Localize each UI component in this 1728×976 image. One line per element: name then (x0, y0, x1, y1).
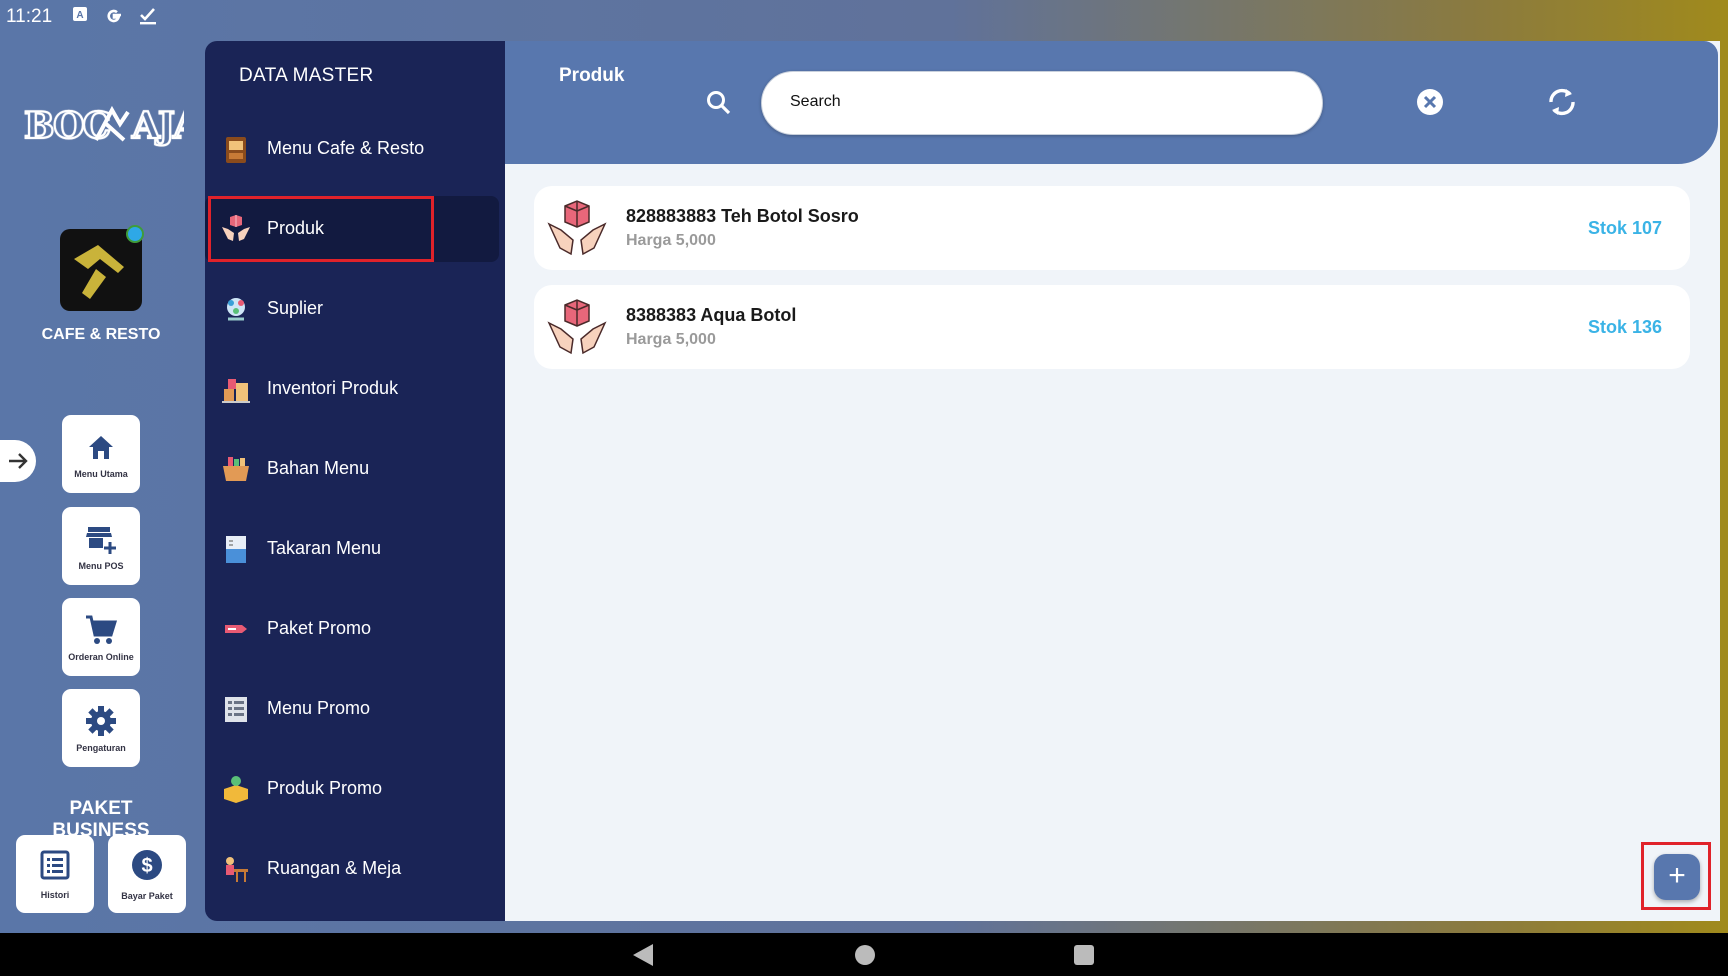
data-master-panel: DATA MASTER Menu Cafe & Resto Produk Sup… (205, 41, 505, 921)
search-box[interactable] (761, 71, 1323, 135)
brand-logo: BOC AJA (24, 100, 184, 148)
notification-dot (126, 225, 144, 243)
master-item-menu-cafe-resto[interactable]: Menu Cafe & Resto (205, 116, 505, 182)
master-item-produk-promo[interactable]: Produk Promo (205, 756, 505, 822)
dollar-icon: $ (130, 848, 164, 887)
product-price: Harga 5,000 (626, 232, 716, 249)
master-item-label: Paket Promo (267, 618, 372, 638)
svg-text:BOC: BOC (24, 105, 109, 147)
master-item-ruangan-meja[interactable]: Ruangan & Meja (205, 836, 505, 902)
master-item-label: Inventori Produk (267, 378, 399, 398)
menu-pos-button[interactable]: Menu POS (62, 507, 140, 585)
system-nav-bar (0, 933, 1728, 976)
app-icon[interactable] (60, 225, 144, 311)
master-item-label: Produk (267, 218, 325, 238)
search-input[interactable] (788, 92, 1292, 112)
master-item-label: Suplier (267, 298, 324, 318)
product-hands-icon (546, 297, 608, 359)
refresh-icon[interactable] (1545, 85, 1579, 124)
product-name: 828883883 Teh Botol Sosro (626, 206, 859, 226)
home-icon (83, 429, 119, 465)
basket-icon (220, 453, 252, 485)
master-item-label: Takaran Menu (267, 538, 382, 558)
content-area (505, 41, 1720, 921)
histori-label: Histori (40, 889, 70, 900)
product-name: 8388383 Aqua Botol (626, 305, 797, 325)
product-hands-icon (220, 213, 252, 245)
master-item-inventori-produk[interactable]: Inventori Produk (205, 356, 505, 422)
arrow-right-icon (9, 453, 28, 469)
list-icon (39, 849, 71, 886)
keyboard-a-icon: A (72, 6, 88, 28)
cart-icon (83, 612, 119, 648)
svg-text:A: A (76, 10, 83, 21)
room-table-icon (220, 853, 252, 885)
promo-tag-icon (220, 613, 252, 645)
product-stock: Stok 107 (1587, 218, 1662, 238)
product-price: Harga 5,000 (626, 331, 716, 348)
expand-arrow-button[interactable] (0, 440, 36, 482)
bayar-paket-label: Bayar Paket (121, 890, 173, 901)
measuring-cup-icon (220, 533, 252, 565)
master-title: DATA MASTER (239, 65, 374, 86)
supplier-icon (220, 293, 252, 325)
orderan-online-label: Orderan Online (68, 652, 134, 662)
orderan-online-button[interactable]: Orderan Online (62, 598, 140, 676)
master-item-suplier[interactable]: Suplier (205, 276, 505, 342)
pengaturan-label: Pengaturan (76, 743, 126, 753)
promo-box-icon (220, 773, 252, 805)
master-item-label: Ruangan & Meja (267, 858, 402, 878)
google-icon (104, 6, 124, 32)
menu-pos-label: Menu POS (78, 561, 124, 571)
status-time: 11:21 (6, 6, 53, 27)
menu-utama-button[interactable]: Menu Utama (62, 415, 140, 493)
menu-utama-label: Menu Utama (74, 469, 128, 479)
master-item-produk[interactable]: Produk (205, 196, 505, 262)
master-item-label: Menu Promo (267, 698, 371, 718)
gear-icon (83, 703, 119, 739)
inventory-icon (220, 373, 252, 405)
product-hands-icon (546, 198, 608, 260)
svg-text:AJA: AJA (131, 105, 184, 147)
back-icon[interactable] (633, 944, 653, 966)
master-item-takaran-menu[interactable]: Takaran Menu (205, 516, 505, 582)
clear-search-icon[interactable] (1415, 87, 1445, 122)
master-item-bahan-menu[interactable]: Bahan Menu (205, 436, 505, 502)
add-product-highlight: + (1641, 842, 1711, 910)
home-circle-icon[interactable] (855, 945, 875, 965)
histori-button[interactable]: Histori (16, 835, 94, 913)
search-icon[interactable] (705, 89, 733, 122)
bayar-paket-button[interactable]: $ Bayar Paket (108, 835, 186, 913)
master-item-label: Produk Promo (267, 778, 383, 798)
master-item-paket-promo[interactable]: Paket Promo (205, 596, 505, 662)
master-item-label: Menu Cafe & Resto (267, 138, 425, 158)
check-icon (138, 6, 158, 32)
store-add-icon (83, 521, 119, 557)
produk-header: Produk (505, 41, 1718, 164)
menu-board-icon (220, 133, 252, 165)
pengaturan-button[interactable]: Pengaturan (62, 689, 140, 767)
status-bar: 11:21 A (0, 0, 1728, 34)
product-stock: Stok 136 (1587, 317, 1662, 337)
app-name: CAFE & RESTO (41, 326, 161, 343)
add-product-button[interactable]: + (1654, 854, 1700, 900)
master-item-menu-promo[interactable]: Menu Promo (205, 676, 505, 742)
product-card[interactable]: 8388383 Aqua Botol Harga 5,000 Stok 136 (534, 285, 1690, 369)
promo-menu-icon (220, 693, 252, 725)
recent-apps-icon[interactable] (1074, 945, 1094, 965)
svg-text:$: $ (141, 855, 152, 877)
page-title: Produk (559, 65, 625, 86)
product-card[interactable]: 828883883 Teh Botol Sosro Harga 5,000 St… (534, 186, 1690, 270)
master-item-label: Bahan Menu (267, 458, 370, 478)
